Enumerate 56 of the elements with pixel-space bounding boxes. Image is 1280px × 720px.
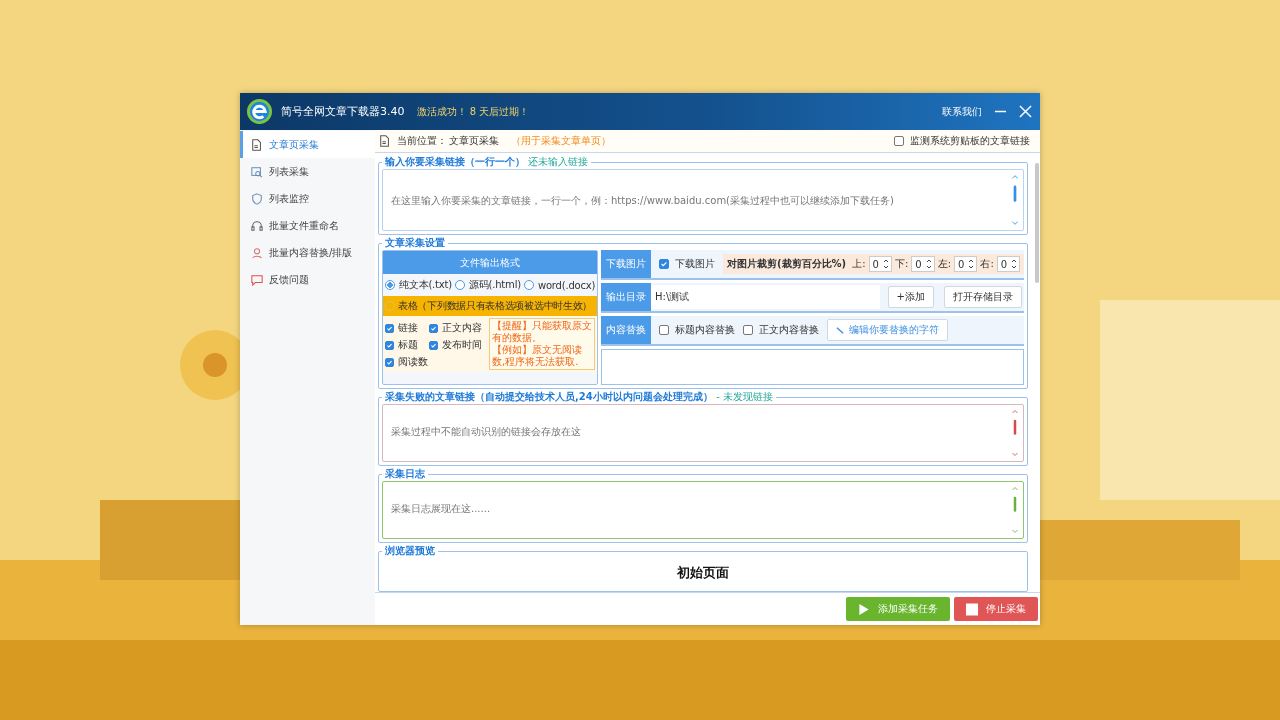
checkbox-label: 标题	[398, 338, 418, 352]
breadcrumb-hint: （用于采集文章单页）	[511, 134, 611, 148]
stop-button[interactable]: 停止采集	[954, 597, 1038, 621]
note-text: 【提醒】只能获取原文有的数据。	[492, 320, 592, 344]
checkbox-label: 正文内容替换	[759, 323, 819, 337]
panel-title: 采集日志	[385, 468, 425, 479]
panel-title: 文章采集设置	[385, 237, 445, 248]
panel-title: 浏览器预览	[385, 545, 435, 556]
log-field[interactable]: 采集日志展现在这......	[382, 481, 1024, 539]
spin-label: 左:	[937, 257, 952, 271]
checkbox-label: 阅读数	[398, 355, 428, 369]
breadcrumb-label: 当前位置：	[397, 134, 447, 148]
sidebar-item[interactable]: 批量内容替换/排版	[240, 239, 375, 266]
spin-label: 右:	[980, 257, 994, 271]
checkbox-label: 标题内容替换	[675, 323, 735, 337]
panel-title: 输入你要采集链接（一行一个）	[385, 156, 525, 167]
sidebar-item[interactable]: 列表监控	[240, 185, 375, 212]
preview-heading: 初始页面	[676, 564, 730, 582]
spin-label: 下:	[894, 257, 909, 271]
edit-button[interactable]: 编辑你要替换的字符	[827, 319, 948, 341]
checkbox-label: 监测系统剪贴板的文章链接	[910, 134, 1030, 148]
breadcrumb-page: 文章页采集	[449, 134, 499, 148]
radio-label: 源码(.html)	[468, 278, 521, 292]
link-status: 还未输入链接	[528, 156, 589, 167]
row-label: 下载图片	[601, 250, 651, 278]
contact-link[interactable]: 联系我们	[942, 104, 982, 119]
spin-label: 上:	[852, 257, 866, 271]
sidebar-item[interactable]: 反馈问题	[240, 266, 375, 293]
link-input-field[interactable]: 在这里输入你要采集的文章链接，一行一个，例：https://www.baidu.com(采集过程中也可以继续添加下载任务)	[382, 169, 1024, 231]
note-text: 【例如】原文无阅读数,程序将无法获取.	[492, 344, 583, 368]
panel-header: 文件输出格式	[383, 251, 597, 274]
window-title: 简号全网文章下载器3.40	[281, 104, 405, 119]
radio-label: 表格（下列数据只有表格选项被选中时生效）	[398, 299, 592, 313]
sidebar-item[interactable]: 批量文件重命名	[240, 212, 375, 239]
checkbox-label: 链接	[398, 321, 418, 335]
number-field[interactable]: 0	[954, 256, 978, 272]
number-field[interactable]: 0	[911, 256, 935, 272]
number-field[interactable]: 0	[996, 256, 1021, 272]
checkbox-label: 发布时间	[442, 338, 482, 352]
radio-label: 纯文本(.txt)	[399, 278, 452, 292]
crop-label: 对图片裁剪(裁剪百分比%)	[727, 257, 847, 271]
activation-status: 激活成功！ 8 天后过期！	[416, 104, 530, 119]
sidebar-item[interactable]: 列表采集	[240, 158, 375, 185]
checkbox-label: 正文内容	[442, 321, 482, 335]
checkbox-label: 下载图片	[675, 257, 715, 271]
row-label: 输出目录	[601, 283, 651, 311]
failed-links-field[interactable]: 采集过程中不能自动识别的链接会存放在这	[382, 404, 1024, 462]
radio-label: word(.docx)	[537, 279, 596, 291]
path-field[interactable]: H:\测试	[651, 285, 880, 309]
number-field[interactable]: 0	[868, 256, 892, 272]
open-folder-button[interactable]: 打开存储目录	[944, 286, 1022, 308]
panel-title: 采集失败的文章链接（自动提交给技术人员,24小时以内问题会处理完成）	[385, 391, 713, 402]
link-status: - 未发现链接	[716, 391, 773, 402]
row-label: 内容替换	[601, 316, 651, 344]
sidebar-item[interactable]: 文章页采集	[240, 131, 375, 158]
add-button[interactable]: +添加	[887, 286, 934, 308]
